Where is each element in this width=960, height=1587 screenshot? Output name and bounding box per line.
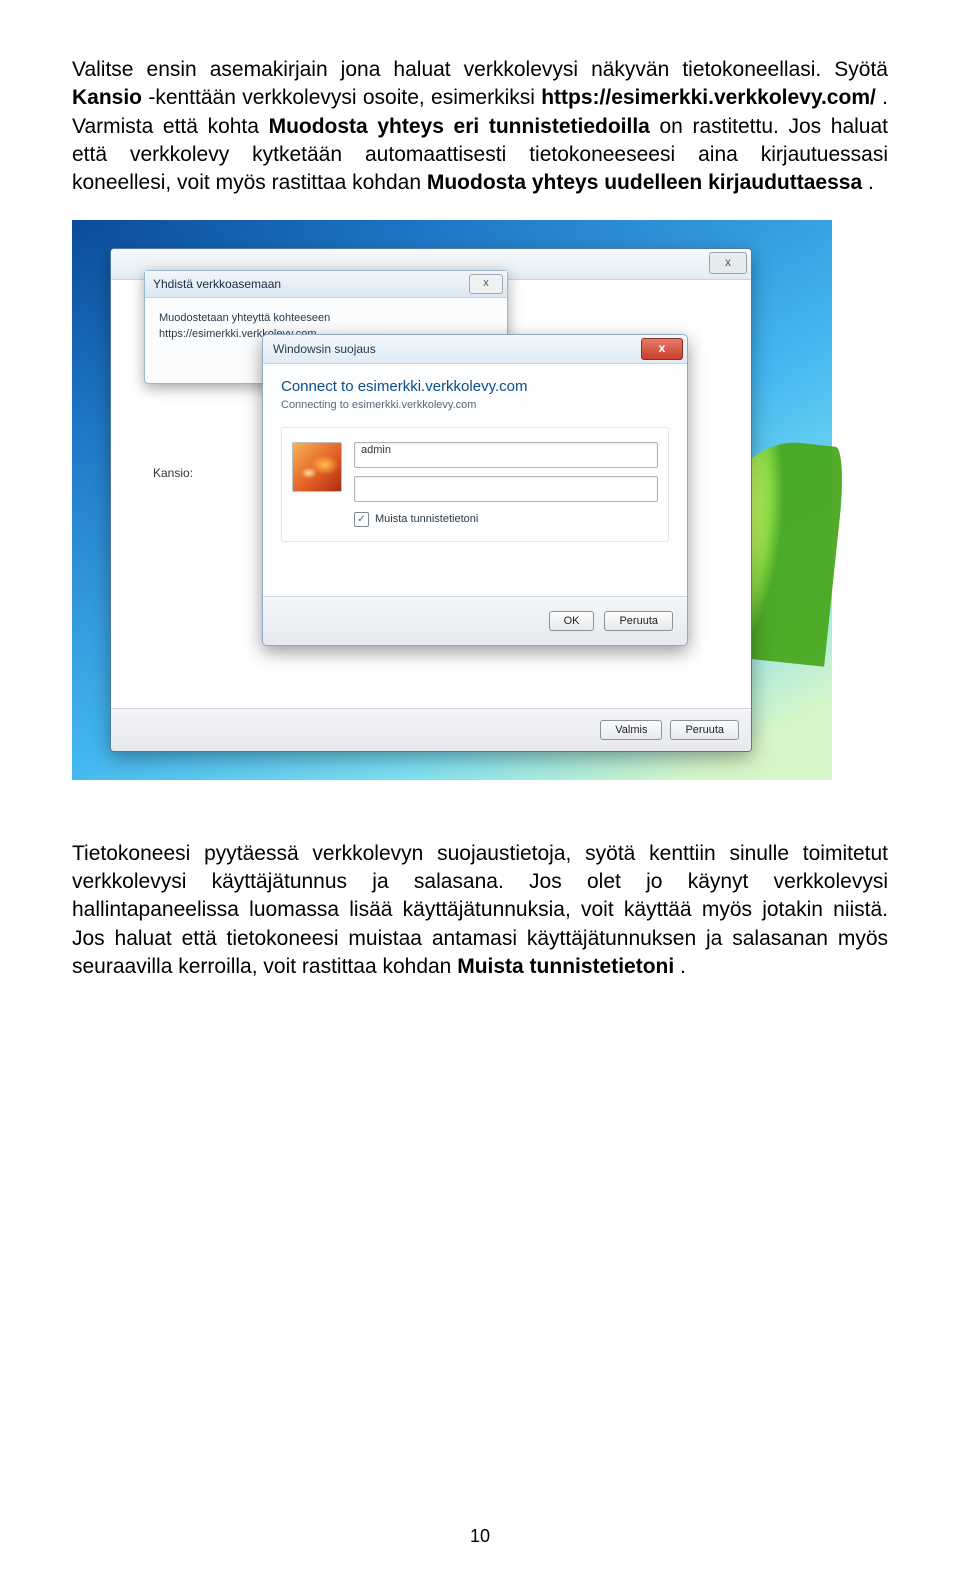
folder-label: Kansio: — [153, 466, 193, 480]
bold: Muodosta yhteys eri tunnistetiedoilla — [269, 115, 650, 138]
remember-row: ✓ Muista tunnistetietoni — [354, 510, 658, 527]
bold: Muodosta yhteys uudelleen kirjauduttaess… — [427, 171, 862, 194]
credentials-dialog: Windowsin suojaus x Connect to esimerkki… — [262, 334, 688, 646]
credentials-body: Connect to esimerkki.verkkolevy.com Conn… — [263, 364, 687, 554]
credentials-heading: Connect to esimerkki.verkkolevy.com — [281, 378, 669, 395]
instruction-paragraph-1: Valitse ensin asemakirjain jona haluat v… — [72, 56, 888, 198]
bold: Kansio — [72, 86, 142, 109]
progress-text-line: Muodostetaan yhteyttä kohteeseen — [159, 310, 493, 327]
remember-checkbox[interactable]: ✓ — [354, 512, 369, 527]
text: . — [868, 171, 874, 194]
ok-button[interactable]: OK — [549, 611, 595, 631]
remember-label: Muista tunnistetietoni — [375, 513, 478, 525]
cancel-button[interactable]: Peruuta — [670, 720, 739, 740]
text: . — [680, 955, 686, 978]
progress-titlebar: Yhdistä verkkoasemaan x — [145, 271, 507, 298]
progress-title: Yhdistä verkkoasemaan — [153, 277, 281, 291]
credentials-row: admin ✓ Muista tunnistetietoni — [281, 427, 669, 542]
wizard-footer: Valmis Peruuta — [111, 708, 751, 751]
credentials-subheading: Connecting to esimerkki.verkkolevy.com — [281, 399, 669, 411]
page-number: 10 — [0, 1526, 960, 1547]
screenshot-desktop: x Kansio: Valmis Peruuta Yhdistä verkkoa… — [72, 220, 832, 780]
username-field[interactable]: admin — [354, 442, 658, 468]
finish-button[interactable]: Valmis — [600, 720, 662, 740]
user-avatar-icon — [292, 442, 342, 492]
credentials-title: Windowsin suojaus — [273, 342, 376, 356]
credentials-fields: admin ✓ Muista tunnistetietoni — [354, 442, 658, 527]
password-field[interactable] — [354, 476, 658, 502]
close-icon[interactable]: x — [469, 274, 503, 294]
text: -kenttään verkkolevysi osoite, esimerkik… — [148, 86, 541, 109]
credentials-footer: OK Peruuta — [263, 596, 687, 645]
close-icon[interactable]: x — [709, 252, 747, 274]
bold: Muista tunnistetietoni — [457, 955, 674, 978]
close-icon[interactable]: x — [641, 338, 683, 360]
bold: https://esimerkki.verkkolevy.com/ — [541, 86, 876, 109]
text: Valitse ensin asemakirjain jona haluat v… — [72, 58, 888, 81]
instruction-paragraph-2: Tietokoneesi pyytäessä verkkolevyn suoja… — [72, 840, 888, 982]
cancel-button[interactable]: Peruuta — [604, 611, 673, 631]
credentials-titlebar: Windowsin suojaus x — [263, 335, 687, 364]
